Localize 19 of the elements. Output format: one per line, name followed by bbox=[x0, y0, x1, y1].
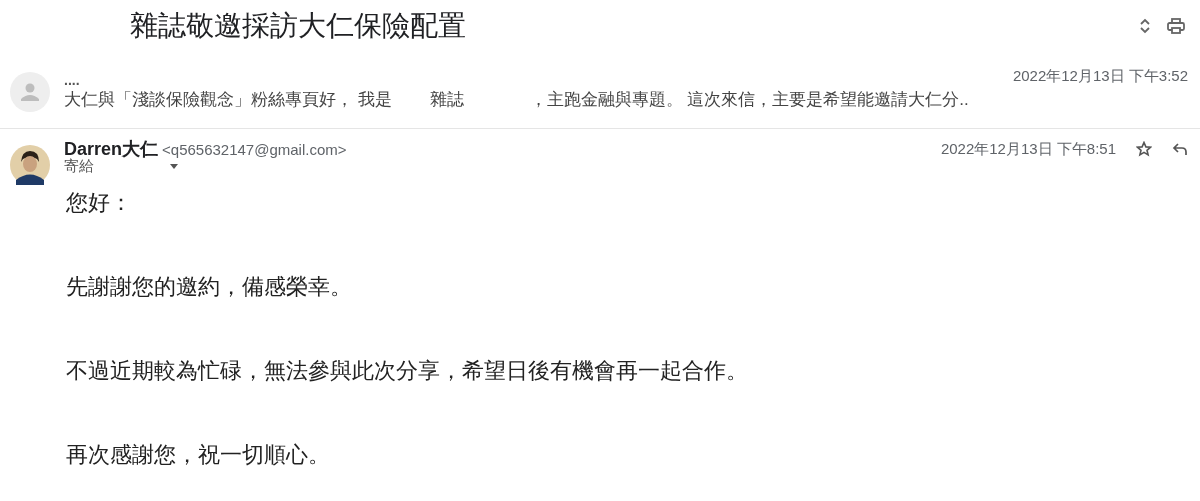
body-paragraph: 再次感謝您，祝一切順心。 bbox=[66, 443, 331, 467]
body-paragraph: 先謝謝您的邀約，備感榮幸。 bbox=[66, 275, 353, 299]
body-paragraph: 您好： bbox=[66, 191, 133, 215]
body-paragraph: 不過近期較為忙碌，無法參與此次分享，希望日後有機會再一起合作。 bbox=[66, 359, 749, 383]
avatar bbox=[10, 145, 50, 185]
sender-email: <q565632147@gmail.com> bbox=[162, 141, 347, 158]
email-subject: 雜誌敬邀採訪大仁保險配置 bbox=[130, 9, 466, 43]
message-preview[interactable]: 大仁與「淺談保險觀念」粉絲專頁好， 我是 雜誌 ，主跑金融與專題。 這次來信，主要是希望能邀請大仁分.. bbox=[64, 88, 1188, 111]
print-icon[interactable] bbox=[1167, 18, 1185, 34]
expand-icon[interactable] bbox=[1139, 17, 1151, 35]
sender-name: .... bbox=[64, 74, 80, 86]
avatar-icon bbox=[10, 72, 50, 112]
reply-icon[interactable] bbox=[1172, 142, 1188, 156]
star-icon[interactable] bbox=[1136, 141, 1152, 157]
sender-name: Darren大仁 bbox=[64, 138, 159, 159]
message-date: 2022年12月13日 下午8:51 bbox=[940, 139, 1116, 159]
recipient-label: 寄給 bbox=[64, 157, 94, 176]
caret-icon[interactable] bbox=[170, 164, 178, 169]
message-date: 2022年12月13日 下午3:52 bbox=[1012, 66, 1188, 86]
